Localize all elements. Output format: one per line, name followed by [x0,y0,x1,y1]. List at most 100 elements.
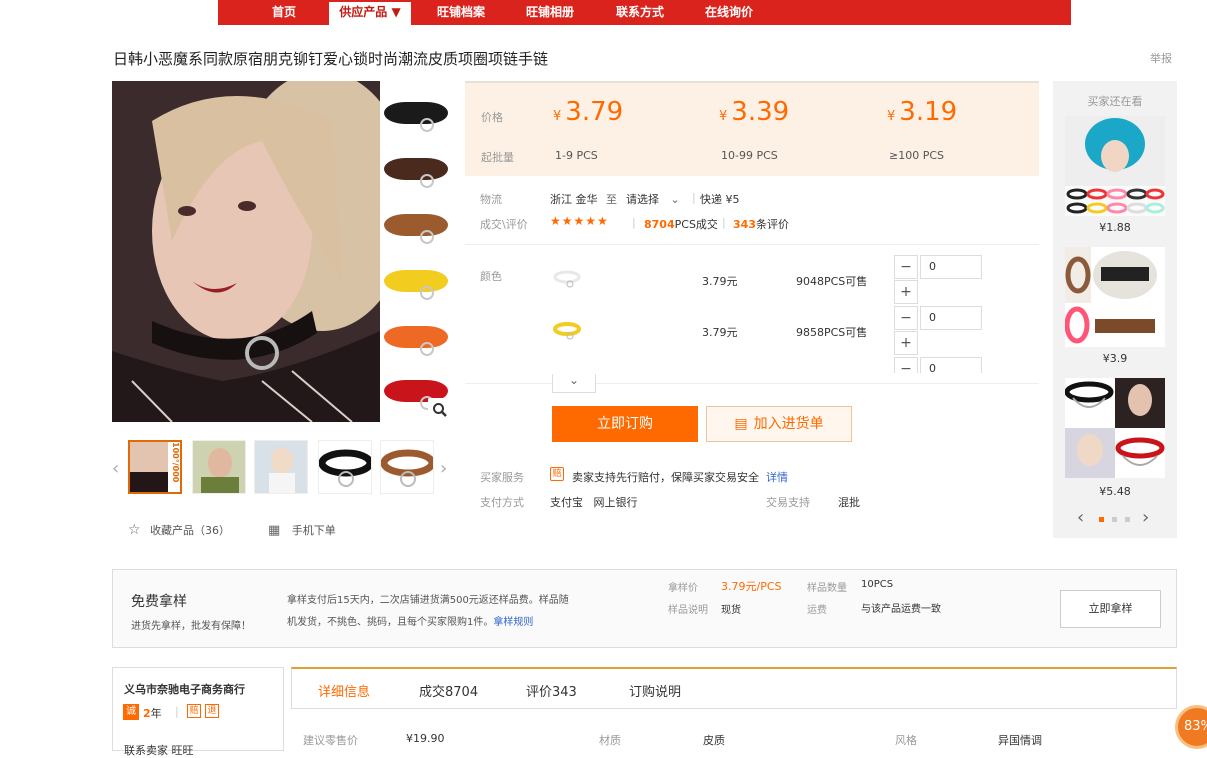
tab-reviews[interactable]: 评价343 [526,681,577,700]
qty-input[interactable]: 0 [920,255,982,279]
detail-tabs: 详细信息 成交8704 评价343 订购说明 [291,667,1177,709]
progress-badge[interactable]: 83% [1175,705,1207,749]
chevron-down-icon: ⌄ [670,193,680,206]
review-count[interactable]: 343条评价 [733,216,789,232]
sku-row-partial: − 0 [880,357,1010,373]
recommend-price-1: ¥1.88 [1099,221,1131,234]
range-tier-1: 1-9 PCS [555,149,598,162]
nav-products[interactable]: 供应产品 ▼ [329,2,411,25]
shield-icon: 赔 [550,467,564,481]
shop-name[interactable]: 义乌市奈驰电子商务商行 [124,681,245,697]
range-tier-2: 10-99 PCS [721,149,778,162]
tab-order-info[interactable]: 订购说明 [629,681,681,700]
qrcode-icon: ▦ [268,523,281,538]
thumbnail-2[interactable] [192,440,246,494]
carousel-dot[interactable] [1112,517,1117,522]
buy-now-button[interactable]: 立即订购 [552,406,698,442]
deals-label: 成交\评价 [480,218,528,231]
thumb-prev-arrow[interactable]: ‹ [112,458,119,479]
mobile-order-button[interactable]: ▦ 手机下单 [268,522,336,538]
range-tier-3: ≥100 PCS [889,149,945,162]
add-to-cart-button[interactable]: ▤ 加入进货单 [706,406,852,442]
nav-contact[interactable]: 联系方式 [605,0,675,25]
thumbnail-3[interactable] [254,440,308,494]
qty-minus-button[interactable]: − [894,306,918,330]
expand-sku-button[interactable]: ⌄ [552,374,596,393]
qty-minus-button[interactable]: − [894,255,918,279]
recommend-item-2[interactable] [1065,247,1165,347]
nav-album[interactable]: 旺铺相册 [515,0,585,25]
destination-select-label: 请选择 [626,193,659,206]
swatch-black[interactable] [380,88,452,140]
price-label: 价格 [481,111,503,124]
report-link[interactable]: 举报 [1150,50,1172,66]
qty-input[interactable]: 0 [920,306,982,330]
service-details-link[interactable]: 详情 [766,469,788,485]
recommend-item-1[interactable] [1065,116,1165,216]
recommend-item-3[interactable] [1065,378,1165,478]
return-icon: 退 [205,704,219,718]
sample-rule-link[interactable]: 拿样规则 [493,617,533,628]
get-sample-button[interactable]: 立即拿样 [1060,590,1161,628]
recommend-next-arrow[interactable]: › [1142,507,1149,528]
carousel-dot-active[interactable] [1099,517,1104,522]
qty-minus-button[interactable]: − [894,357,918,373]
shop-contact[interactable]: 联系卖家 旺旺 [124,742,194,758]
attr-label: 材质 [599,734,621,747]
logistics-label: 物流 [480,193,502,206]
sample-ship: 与该产品运费一致 [861,604,941,615]
attr-value: ¥19.90 [406,732,445,745]
tab-transactions[interactable]: 成交8704 [419,681,478,700]
nav-profile[interactable]: 旺铺档案 [426,0,496,25]
deal-count-unit: PCS成交 [674,218,718,231]
divider: | [175,705,179,718]
payment-label: 支付方式 [480,496,524,509]
credit-icon: 诚 [123,704,139,720]
attr-value: 异国情调 [998,734,1042,747]
qty-plus-button[interactable]: + [894,280,918,304]
swatch-tan[interactable] [380,200,452,252]
deal-count[interactable]: 8704PCS成交 [644,216,718,232]
swatch-orange[interactable] [380,312,452,364]
sku-stock: 9858PCS可售 [796,326,868,339]
nav-home[interactable]: 首页 [258,0,310,25]
qty-plus-button[interactable]: + [894,331,918,355]
thumb-next-arrow[interactable]: › [440,458,447,479]
main-product-image[interactable] [112,81,380,422]
qty-input[interactable]: 0 [920,357,982,373]
attr-label: 建议零售价 [303,734,358,747]
trade-value: 混批 [838,496,860,509]
ring [420,230,434,244]
product-title: 日韩小恶魔系同款原宿朋克铆钉爱心锁时尚潮流皮质项圈项链手链 [113,50,549,68]
shop-card: 义乌市奈驰电子商务商行 诚 2年 | 赔 退 联系卖家 旺旺 [112,667,284,757]
shop-years-unit: 年 [150,707,162,720]
sample-qty-label: 样品数量 [807,583,847,594]
recommend-prev-arrow[interactable]: ‹ [1077,507,1084,528]
zoom-icon[interactable] [428,398,452,422]
thumbnail-1[interactable]: 100°/000 [128,440,182,494]
shop-years: 2年 [143,705,162,721]
service-text: 卖家支持先行赔付，保障买家交易安全 [572,471,759,484]
recommend-price-2: ¥3.9 [1102,352,1128,365]
logistics-to: 至 [606,193,617,206]
destination-select[interactable]: 请选择 ⌄ [626,191,680,207]
currency: ¥ [887,109,896,124]
sample-price: 3.79元/PCS [721,578,782,594]
express-fee: 快递 ¥5 [700,193,740,206]
thumbnail-5[interactable] [380,440,434,494]
sample-desc-2: 机发货，不挑色、挑码，且每个买家限购1件。拿样规则 [287,613,533,628]
favorite-button[interactable]: ☆ 收藏产品（36） [128,522,230,538]
tab-details[interactable]: 详细信息 [318,681,370,700]
band [384,326,448,348]
nav-inquiry[interactable]: 在线询价 [694,0,764,25]
mobile-order-label: 手机下单 [291,524,336,537]
thumbnail-4[interactable] [318,440,372,494]
rating-stars: ★★★★★ [550,214,609,228]
swatch-brown[interactable] [380,144,452,196]
carousel-dot[interactable] [1125,517,1130,522]
add-to-cart-label: 加入进货单 [753,416,824,432]
sku-price: 3.79元 [702,275,738,288]
swatch-yellow[interactable] [380,256,452,308]
recommend-price-3: ¥5.48 [1099,485,1131,498]
sample-title: 免费拿样 [131,594,187,610]
